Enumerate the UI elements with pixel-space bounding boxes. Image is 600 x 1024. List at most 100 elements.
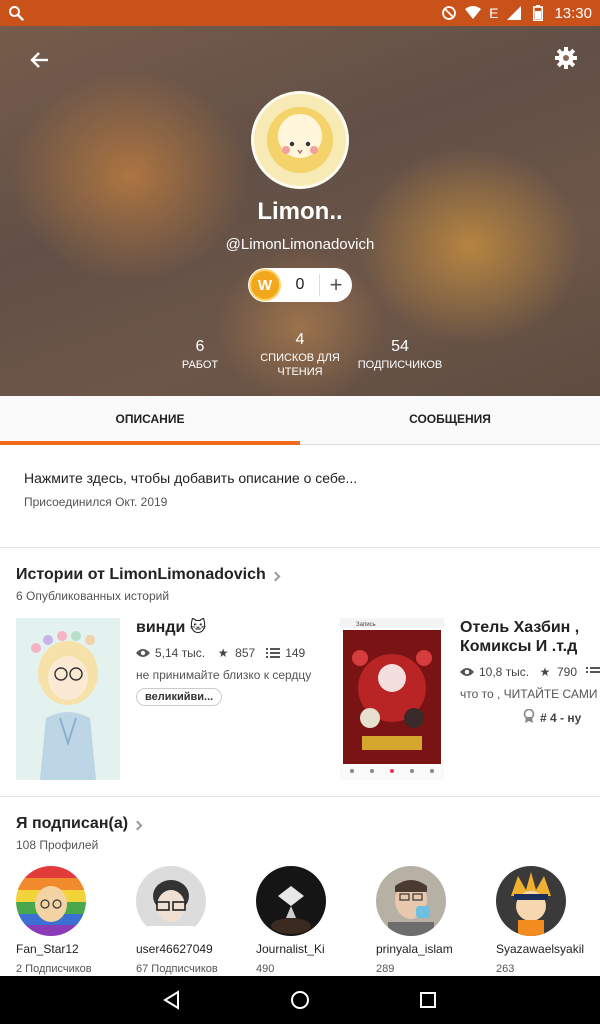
followed-name: Journalist_Ki <box>256 942 325 956</box>
following-carousel[interactable]: Fan_Star12 2 Подписчиков user46627049 67… <box>0 866 600 976</box>
add-coins-button[interactable]: + <box>320 274 352 296</box>
story-reads: 5,14 тыс. <box>155 646 206 660</box>
search-icon[interactable] <box>8 5 24 21</box>
stories-count: 6 Опубликованных историй <box>16 589 170 603</box>
user-handle: @LimonLimonadovich <box>225 236 375 253</box>
chevron-right-icon <box>132 820 143 830</box>
followed-name: user46627049 <box>136 942 213 956</box>
stories-section-header[interactable]: Истории от LimonLimonadovich 6 Опубликов… <box>16 566 281 603</box>
story-meta: 10,8 тыс. ★ 790 <box>460 665 600 679</box>
followed-profile[interactable]: Fan_Star12 2 Подписчиков <box>16 866 126 975</box>
followed-profile[interactable]: Journalist_Ki 490 <box>256 866 366 975</box>
followed-follower-count: 263 <box>496 963 515 975</box>
nav-recents-button[interactable] <box>416 988 440 1012</box>
story-description: не принимайте близко к сердцу <box>136 668 312 682</box>
gear-icon <box>555 47 577 69</box>
display-name: Limon.. <box>257 198 343 225</box>
list-icon <box>266 646 281 660</box>
story-reads: 10,8 тыс. <box>479 665 530 679</box>
story-votes: 857 <box>235 646 256 660</box>
story-title-line-2: Комиксы И .т.д <box>460 638 578 655</box>
star-icon: ★ <box>539 665 551 679</box>
story-rank-label: # 4 - ну <box>540 710 582 725</box>
stat-followers-label: ПОДПИСЧИКОВ <box>357 359 443 371</box>
description-section[interactable]: Нажмите здесь, чтобы добавить описание о… <box>0 446 600 548</box>
following-section-title: Я подписан(а) <box>16 815 129 832</box>
settings-button[interactable] <box>552 44 580 72</box>
followed-name: Fan_Star12 <box>16 942 79 956</box>
avatar[interactable] <box>376 866 446 936</box>
network-type-label: E <box>489 5 499 21</box>
signal-icon <box>506 5 522 21</box>
list-icon <box>586 665 600 679</box>
followed-profile[interactable]: prinyala_islam 289 <box>376 866 486 975</box>
story-parts: 149 <box>285 646 306 660</box>
home-circle-icon <box>291 991 309 1009</box>
profile-header: Limon.. @LimonLimonadovich W 0 + 6 РАБОТ… <box>0 26 600 396</box>
stat-reading-lists[interactable]: 4 СПИСКОВ ДЛЯ ЧТЕНИЯ <box>250 331 350 379</box>
star-icon: ★ <box>217 646 229 660</box>
story-card[interactable]: винди 🐱 5,14 тыс. ★ 857 149 не принимайт… <box>16 618 336 780</box>
stat-works-value: 6 <box>195 338 205 355</box>
story-info: Отель Хазбин , Комиксы И .т.д 10,8 тыс. … <box>460 618 600 726</box>
avatar[interactable] <box>496 866 566 936</box>
coins-widget[interactable]: W 0 + <box>248 268 352 302</box>
coin-count: 0 <box>295 276 305 293</box>
eye-icon <box>136 646 150 660</box>
story-title: винди 🐱 <box>136 619 207 636</box>
tab-description[interactable]: ОПИСАНИЕ <box>0 396 300 445</box>
cover-caption: Запись <box>356 622 376 628</box>
system-navigation-bar <box>0 976 600 1024</box>
followed-name: prinyala_islam <box>376 942 453 956</box>
stories-section-title: Истории от LimonLimonadovich <box>16 566 266 583</box>
add-description-prompt[interactable]: Нажмите здесь, чтобы добавить описание о… <box>24 470 576 486</box>
status-bar: E 13:30 <box>0 0 600 26</box>
profile-avatar[interactable] <box>251 91 349 189</box>
section-divider <box>0 796 600 797</box>
story-tag[interactable]: великийви... <box>136 688 223 706</box>
back-arrow-icon <box>30 52 48 68</box>
followed-follower-count: 490 <box>256 963 275 975</box>
story-info: винди 🐱 5,14 тыс. ★ 857 149 не принимайт… <box>136 618 336 706</box>
nav-home-button[interactable] <box>288 988 312 1012</box>
joined-date: Присоединился Окт. 2019 <box>24 495 168 509</box>
following-section-header[interactable]: Я подписан(а) 108 Профилей <box>16 815 143 852</box>
stat-reading-lists-label: СПИСКОВ ДЛЯ ЧТЕНИЯ <box>260 352 340 378</box>
story-cover[interactable] <box>16 618 120 780</box>
back-button[interactable] <box>26 46 54 74</box>
back-triangle-icon <box>163 990 179 1010</box>
tab-messages[interactable]: СООБЩЕНИЯ <box>300 396 600 444</box>
eye-icon <box>460 665 474 679</box>
avatar[interactable] <box>256 866 326 936</box>
story-cover[interactable]: Запись <box>340 618 444 780</box>
stat-works[interactable]: 6 РАБОТ <box>150 338 250 372</box>
story-rank: # 4 - ну <box>460 708 600 726</box>
nav-back-button[interactable] <box>160 988 184 1012</box>
stories-carousel[interactable]: винди 🐱 5,14 тыс. ★ 857 149 не принимайт… <box>16 618 600 780</box>
story-votes: 790 <box>556 665 577 679</box>
story-meta: 5,14 тыс. ★ 857 149 <box>136 646 336 660</box>
stat-followers-value: 54 <box>391 338 409 355</box>
ranking-badge-icon <box>522 708 536 726</box>
followed-follower-count: 67 Подписчиков <box>136 963 218 975</box>
avatar[interactable] <box>16 866 86 936</box>
followed-follower-count: 289 <box>376 963 395 975</box>
status-time: 13:30 <box>554 4 592 22</box>
story-card[interactable]: Запись Отель Хазбин , Комиксы И .т.д 10,… <box>340 618 600 780</box>
profile-tabs: ОПИСАНИЕ СООБЩЕНИЯ <box>0 396 600 445</box>
coin-icon: W <box>249 269 281 301</box>
followed-profile[interactable]: user46627049 67 Подписчиков <box>136 866 246 975</box>
followed-profile[interactable]: Syazawaelsyakil 263 <box>496 866 600 975</box>
followed-name: Syazawaelsyakil <box>496 942 585 956</box>
chevron-right-icon <box>270 571 281 581</box>
stat-followers[interactable]: 54 ПОДПИСЧИКОВ <box>350 338 450 372</box>
do-not-disturb-icon <box>441 5 457 21</box>
following-count: 108 Профилей <box>16 838 99 852</box>
recents-square-icon <box>420 992 436 1008</box>
story-description: что то , ЧИТАЙТЕ САМИ <box>460 687 598 701</box>
stat-reading-lists-value: 4 <box>295 331 305 348</box>
battery-icon <box>530 5 546 21</box>
story-title-line-1: Отель Хазбин , <box>460 619 580 636</box>
wifi-icon <box>465 5 482 21</box>
avatar[interactable] <box>136 866 206 936</box>
